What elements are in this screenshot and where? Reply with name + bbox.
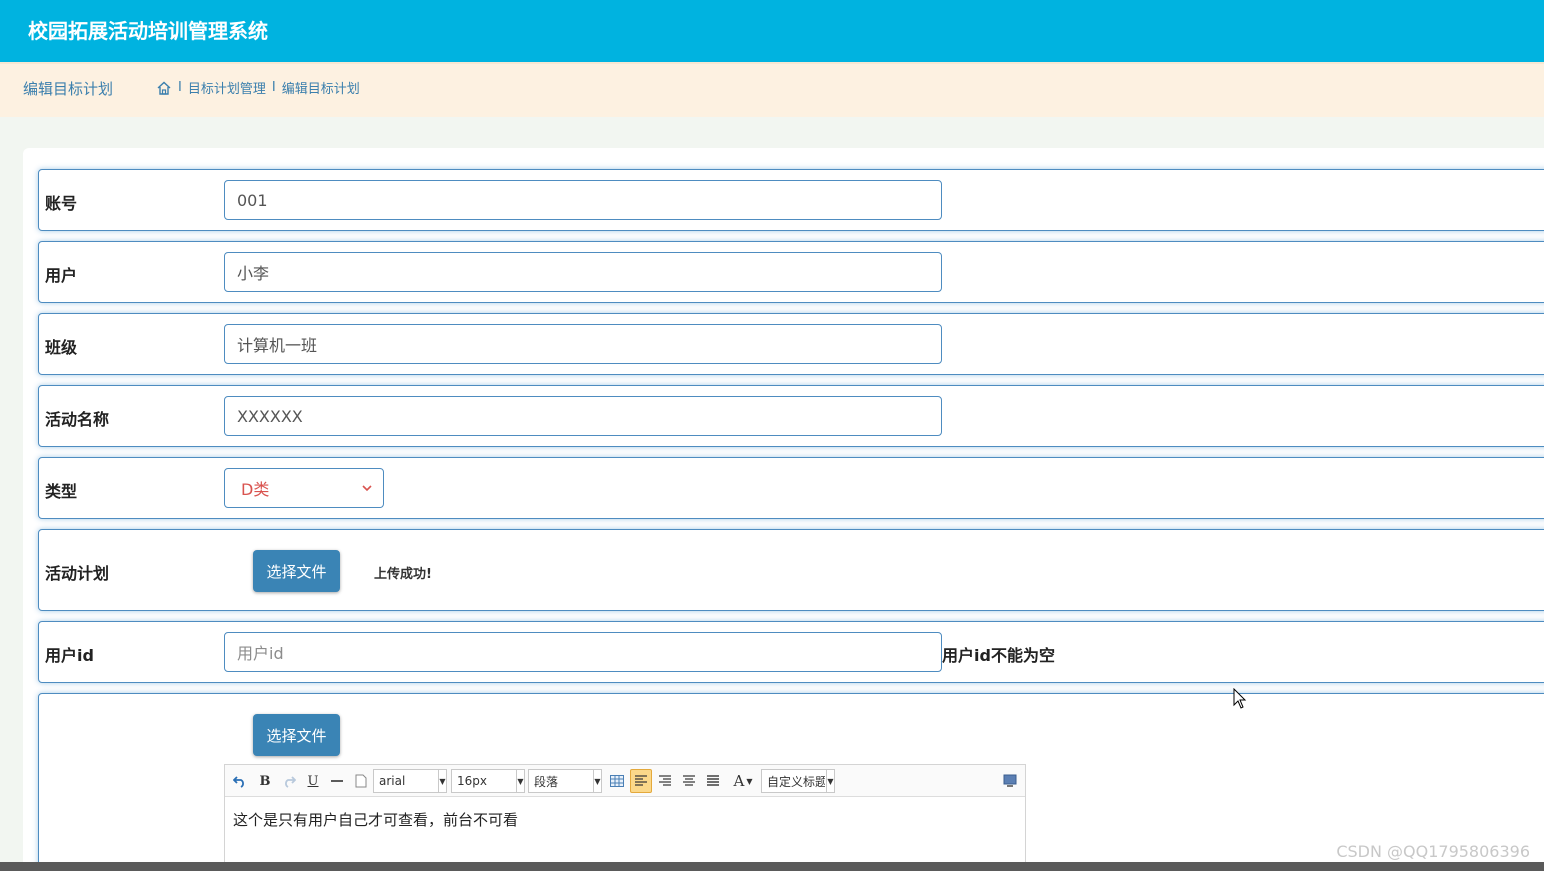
bold-icon[interactable]: B xyxy=(254,769,276,793)
form-row-type: 类型 D类 xyxy=(38,457,1544,519)
user-id-error: 用户id不能为空 xyxy=(942,646,1055,665)
font-size-value: 16px xyxy=(457,774,487,788)
content-file-button[interactable]: 选择文件 xyxy=(253,714,340,756)
breadcrumb-item-plan-management[interactable]: 目标计划管理 xyxy=(188,78,266,97)
class-input[interactable]: 计算机一班 xyxy=(224,324,942,364)
user-input[interactable]: 小李 xyxy=(224,252,942,292)
font-family-value: arial xyxy=(379,774,406,788)
chevron-down-icon xyxy=(361,478,375,498)
breadcrumb: I 目标计划管理 I 编辑目标计划 xyxy=(156,78,360,97)
font-family-select[interactable]: arial ▼ xyxy=(373,769,447,793)
dropdown-arrow-icon: ▼ xyxy=(826,770,834,792)
page-title: 编辑目标计划 xyxy=(23,80,114,98)
preview-icon[interactable] xyxy=(999,769,1021,793)
breadcrumb-separator: I xyxy=(178,80,182,95)
underline-icon[interactable]: U xyxy=(302,769,324,793)
breadcrumb-bar: 编辑目标计划 I 目标计划管理 I 编辑目标计划 xyxy=(0,62,1544,117)
top-header: 校园拓展活动培训管理系统 xyxy=(0,0,1544,62)
rich-text-editor: B U arial ▼ 16px ▼ 段落 ▼ A ▼ 自定义标题 ▼ 这个是只… xyxy=(224,764,1026,871)
horizontal-rule-icon[interactable] xyxy=(326,769,348,793)
activity-name-input[interactable]: XXXXXX xyxy=(224,396,942,436)
custom-title-select[interactable]: 自定义标题 ▼ xyxy=(761,769,835,793)
dropdown-arrow-icon: ▼ xyxy=(746,776,753,786)
form-row-class: 班级 计算机一班 xyxy=(38,313,1544,375)
dropdown-arrow-icon: ▼ xyxy=(438,770,446,792)
align-center-icon[interactable] xyxy=(678,769,700,793)
editor-toolbar: B U arial ▼ 16px ▼ 段落 ▼ A ▼ 自定义标题 ▼ xyxy=(225,765,1025,797)
type-select[interactable]: D类 xyxy=(224,468,384,508)
mouse-cursor-icon xyxy=(1233,687,1247,714)
form-row-user: 用户 小李 xyxy=(38,241,1544,303)
dropdown-arrow-icon: ▼ xyxy=(593,770,601,792)
class-label: 班级 xyxy=(45,338,78,357)
user-id-input[interactable]: 用户id xyxy=(224,632,942,672)
align-right-icon[interactable] xyxy=(654,769,676,793)
user-label: 用户 xyxy=(45,266,78,285)
form-row-activity-plan: 活动计划 选择文件 上传成功! xyxy=(38,529,1544,611)
form-row-activity-name: 活动名称 XXXXXX xyxy=(38,385,1544,447)
document-icon[interactable] xyxy=(350,769,372,793)
breadcrumb-item-edit-plan: 编辑目标计划 xyxy=(281,82,360,97)
type-select-value: D类 xyxy=(241,480,270,499)
activity-name-label: 活动名称 xyxy=(45,410,110,429)
app-title: 校园拓展活动培训管理系统 xyxy=(28,19,268,43)
bottom-scroll-bar xyxy=(0,862,1544,871)
align-justify-icon[interactable] xyxy=(702,769,724,793)
form-row-user-id: 用户id 用户id 用户id不能为空 xyxy=(38,621,1544,683)
table-icon[interactable] xyxy=(606,769,628,793)
type-label: 类型 xyxy=(45,482,78,501)
align-left-icon[interactable] xyxy=(630,769,652,793)
paragraph-select[interactable]: 段落 ▼ xyxy=(528,769,602,793)
font-color-icon: A xyxy=(733,772,745,790)
activity-plan-label: 活动计划 xyxy=(45,564,110,583)
home-icon[interactable] xyxy=(156,80,172,96)
custom-title-value: 自定义标题 xyxy=(767,774,825,789)
form-row-account: 账号 001 xyxy=(38,169,1544,231)
user-id-label: 用户id xyxy=(45,646,94,665)
font-size-select[interactable]: 16px ▼ xyxy=(451,769,525,793)
redo-icon[interactable] xyxy=(278,769,300,793)
upload-status: 上传成功! xyxy=(374,567,432,582)
watermark: CSDN @QQ1795806396 xyxy=(1336,842,1530,861)
form-row-content: 选择文件 B U arial ▼ 16px ▼ 段落 ▼ A ▼ 自定义标题 ▼… xyxy=(38,693,1544,871)
undo-icon[interactable] xyxy=(229,769,251,793)
editor-content[interactable]: 这个是只有用户自己才可查看，前台不可看 xyxy=(233,809,518,830)
account-input[interactable]: 001 xyxy=(224,180,942,220)
font-color-button[interactable]: A ▼ xyxy=(728,769,758,793)
breadcrumb-separator: I xyxy=(271,80,276,95)
paragraph-value: 段落 xyxy=(534,774,559,789)
dropdown-arrow-icon: ▼ xyxy=(516,770,524,792)
account-label: 账号 xyxy=(45,194,78,213)
activity-plan-file-button[interactable]: 选择文件 xyxy=(253,550,340,592)
